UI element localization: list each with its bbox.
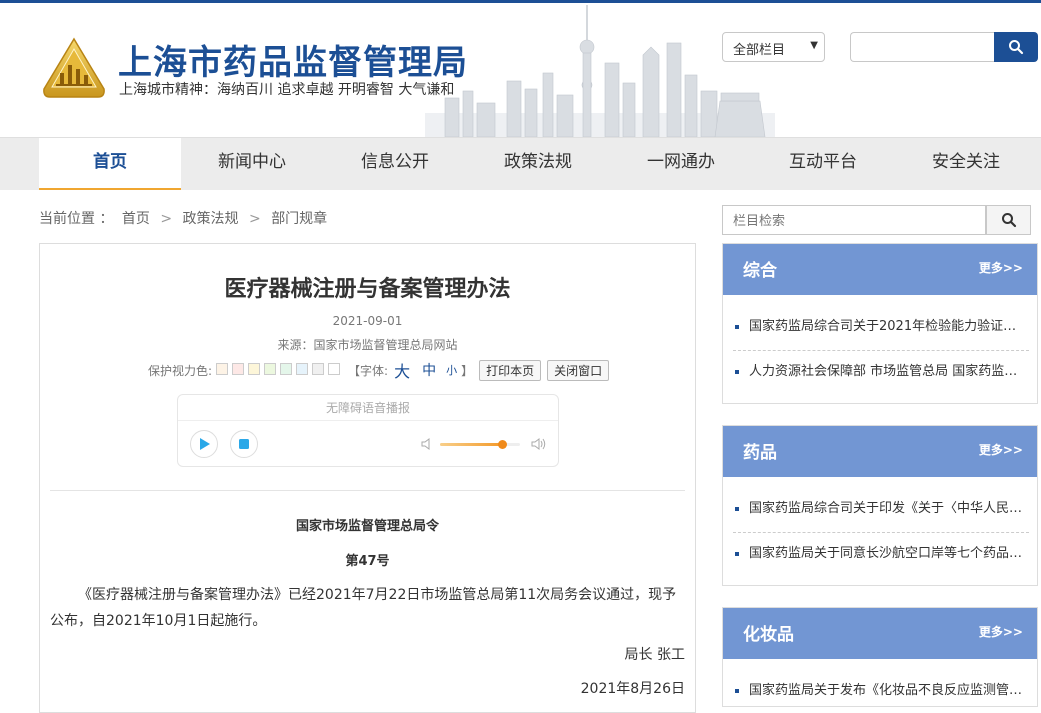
vision-color-swatch[interactable] xyxy=(328,362,341,375)
audio-divider xyxy=(178,420,558,421)
font-size-medium[interactable]: 中 xyxy=(422,360,436,380)
volume-high-icon xyxy=(531,438,546,450)
main-nav: 首页 新闻中心 信息公开 政策法规 一网通办 互动平台 安全关注 xyxy=(0,137,1041,190)
audio-player-title: 无障碍语音播报 xyxy=(325,401,410,415)
vision-color-swatch[interactable] xyxy=(232,362,245,375)
panel-list-item[interactable]: 国家药监局综合司关于印发《关于〈中华人民共和国药典〉》的通知 xyxy=(733,487,1029,531)
font-size-large[interactable]: 大 xyxy=(394,358,410,382)
article-sign-date: 2021年8月26日 xyxy=(580,681,685,697)
play-button[interactable] xyxy=(190,430,218,458)
panel-header: 化妆品 更多>> xyxy=(723,608,1037,659)
breadcrumb-home[interactable]: 首页 xyxy=(122,211,150,227)
site-search-input[interactable] xyxy=(850,32,994,62)
caret-down-icon: ▼ xyxy=(810,40,818,51)
panel-more-link[interactable]: 更多>> xyxy=(979,441,1023,458)
breadcrumb-separator: > xyxy=(160,211,173,227)
city-skyline-illustration xyxy=(425,5,775,137)
article-toolbar: 保护视力色: 【字体: 大 中 小 】 打印本页 关闭窗口 xyxy=(148,358,610,382)
vision-color-label: 保护视力色: xyxy=(148,363,213,378)
breadcrumb-rules[interactable]: 部门规章 xyxy=(271,211,327,227)
panel-list-item[interactable]: 国家药监局综合司关于2021年检验能力验证工作情况的通报 xyxy=(733,305,1029,349)
panel-more-link[interactable]: 更多>> xyxy=(979,623,1023,640)
audio-player: 无障碍语音播报 xyxy=(177,394,559,467)
breadcrumb: 当前位置 ： 首页 > 政策法规 > 部门规章 xyxy=(39,208,327,228)
panel-header: 药品 更多>> xyxy=(723,426,1037,477)
breadcrumb-policy[interactable]: 政策法规 xyxy=(183,211,239,227)
article-divider xyxy=(50,490,685,491)
stop-button[interactable] xyxy=(230,430,258,458)
sidebar-search-input[interactable] xyxy=(722,205,986,235)
search-icon xyxy=(1001,213,1016,228)
panel-list-item[interactable]: 人力资源社会保障部 市场监管总局 国家药监局关于印发相关规定的通知 xyxy=(733,350,1029,394)
breadcrumb-label: 当前位置 ： xyxy=(39,211,114,227)
sidebar-panel-general: 综合 更多>> 国家药监局综合司关于2021年检验能力验证工作情况的通报 人力资… xyxy=(722,243,1038,404)
search-scope-select[interactable]: 全部栏目 ▼ xyxy=(722,32,825,62)
close-window-button[interactable]: 关闭窗口 xyxy=(547,359,610,381)
article-date: 2021-09-01 xyxy=(332,314,403,328)
nav-item-info[interactable]: 信息公开 xyxy=(324,138,466,188)
vision-color-swatch[interactable] xyxy=(216,362,229,375)
site-slogan: 上海城市精神：海纳百川 追求卓越 开明睿智 大气谦和 xyxy=(119,82,455,98)
sidebar-panel-cosmetics: 化妆品 更多>> 国家药监局关于发布《化妆品不良反应监测管理办法》的公告 xyxy=(722,607,1038,707)
nav-item-interaction[interactable]: 互动平台 xyxy=(752,138,894,188)
volume-slider-fill xyxy=(440,443,503,446)
volume-slider-handle[interactable] xyxy=(498,440,508,449)
panel-title: 化妆品 xyxy=(743,625,794,645)
volume-low-icon xyxy=(421,438,430,450)
vision-color-swatch[interactable] xyxy=(312,362,325,375)
site-header: 上海市药品监督管理局 上海城市精神：海纳百川 追求卓越 开明睿智 大气谦和 全部… xyxy=(0,3,1041,137)
nav-item-services[interactable]: 一网通办 xyxy=(610,138,752,188)
font-size-bracket: 】 xyxy=(461,363,474,378)
panel-list-item[interactable]: 国家药监局关于同意长沙航空口岸等七个药品进口口岸的批复 xyxy=(733,532,1029,576)
panel-header: 综合 更多>> xyxy=(723,244,1037,295)
panel-list-item[interactable]: 国家药监局关于发布《化妆品不良反应监测管理办法》的公告 xyxy=(733,669,1029,713)
vision-color-swatch[interactable] xyxy=(248,362,261,375)
font-size-label: 【字体: xyxy=(348,363,389,378)
panel-more-link[interactable]: 更多>> xyxy=(979,259,1023,276)
panel-title: 综合 xyxy=(743,261,777,281)
volume-slider[interactable] xyxy=(440,440,520,449)
sidebar-search-button[interactable] xyxy=(986,205,1031,235)
site-logo-icon xyxy=(43,37,105,98)
article-container: 医疗器械注册与备案管理办法 2021-09-01 来源：国家市场监督管理总局网站… xyxy=(39,243,696,713)
order-number: 第47号 xyxy=(345,554,390,569)
print-button[interactable]: 打印本页 xyxy=(479,359,542,381)
nav-item-home[interactable]: 首页 xyxy=(39,138,181,190)
nav-item-news[interactable]: 新闻中心 xyxy=(181,138,323,188)
font-size-small[interactable]: 小 xyxy=(446,362,457,378)
vision-color-swatch[interactable] xyxy=(264,362,277,375)
breadcrumb-separator: > xyxy=(249,211,261,227)
article-source: 来源：国家市场监督管理总局网站 xyxy=(277,338,458,352)
nav-item-safety[interactable]: 安全关注 xyxy=(895,138,1037,188)
vision-color-swatches xyxy=(212,362,341,378)
order-issuer: 国家市场监督管理总局令 xyxy=(295,519,439,534)
article-signer: 局长 张工 xyxy=(624,647,685,663)
nav-item-policy[interactable]: 政策法规 xyxy=(467,138,609,188)
vision-color-swatch[interactable] xyxy=(296,362,309,375)
search-icon xyxy=(1009,40,1024,55)
panel-title: 药品 xyxy=(743,443,777,463)
article-title: 医疗器械注册与备案管理办法 xyxy=(224,277,511,302)
play-icon xyxy=(200,438,210,450)
search-scope-value: 全部栏目 xyxy=(733,43,786,58)
site-search-button[interactable] xyxy=(994,32,1038,62)
vision-color-swatch[interactable] xyxy=(280,362,293,375)
sidebar-panel-drugs: 药品 更多>> 国家药监局综合司关于印发《关于〈中华人民共和国药典〉》的通知 国… xyxy=(722,425,1038,586)
stop-icon xyxy=(239,439,249,449)
article-body: 《医疗器械注册与备案管理办法》已经2021年7月22日市场监管总局第11次局务会… xyxy=(50,587,677,629)
